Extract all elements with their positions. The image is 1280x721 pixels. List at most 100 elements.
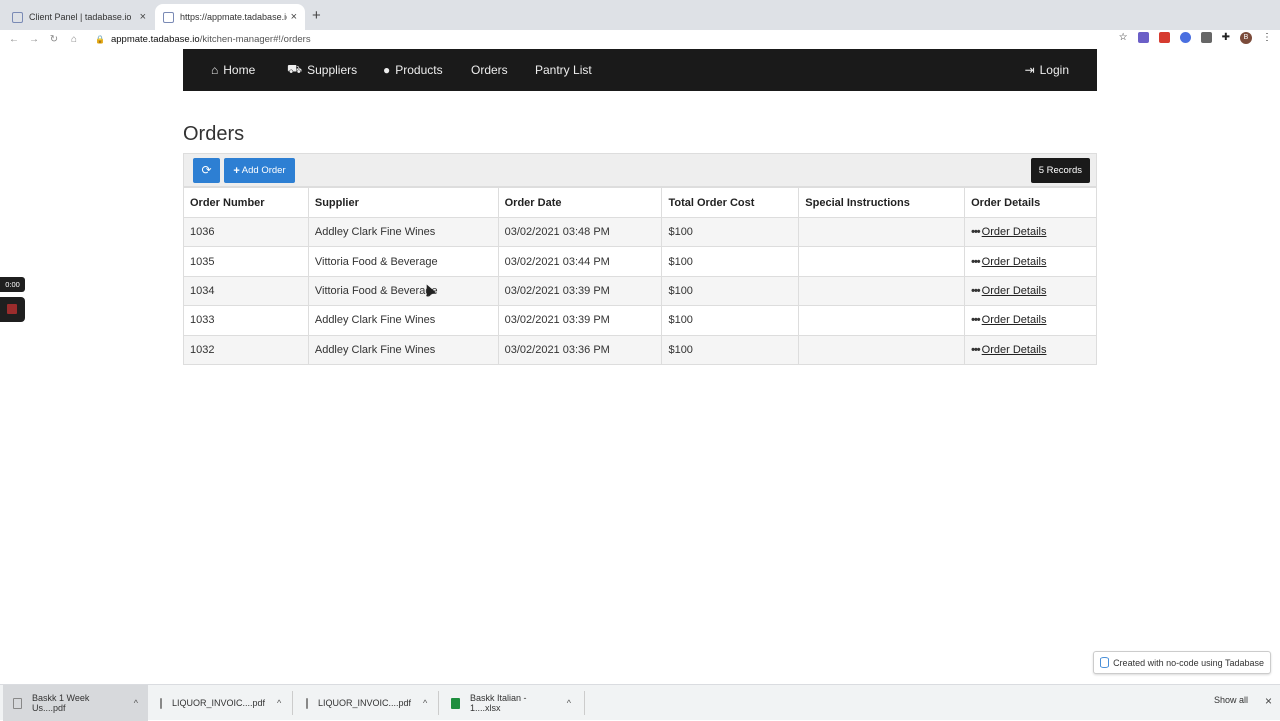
page-title: Orders	[183, 123, 245, 145]
refresh-icon: ⟳	[201, 163, 212, 177]
menu-icon[interactable]: ⋮	[1262, 32, 1272, 44]
cell-order-number: 1032	[183, 334, 309, 365]
nav-orders[interactable]: Orders	[471, 63, 508, 77]
cell-order-date: 03/02/2021 03:48 PM	[497, 216, 663, 248]
cell-supplier: Addley Clark Fine Wines	[307, 216, 499, 248]
nav-login-label: Login	[1039, 63, 1069, 77]
back-icon[interactable]: ←	[4, 34, 24, 45]
header-order-number[interactable]: Order Number	[183, 187, 309, 218]
url-field[interactable]: 🔒 appmate.tadabase.io /kitchen-manager#!…	[95, 34, 311, 45]
cell-supplier: Vittoria Food & Beverage	[307, 275, 499, 307]
chevron-up-icon[interactable]: ^	[567, 698, 571, 708]
extension-icon[interactable]	[1158, 32, 1170, 43]
download-item[interactable]: Baskk Italian - 1....xlsx ^	[441, 685, 581, 721]
table-row: 1035 Vittoria Food & Beverage 03/02/2021…	[183, 246, 1097, 277]
tadabase-badge[interactable]: Created with no-code using Tadabase	[1093, 651, 1271, 674]
stop-icon	[7, 304, 17, 314]
divider	[584, 691, 585, 715]
new-tab-button[interactable]: +	[312, 7, 321, 24]
star-icon[interactable]: ☆	[1119, 32, 1128, 44]
nav-suppliers[interactable]: ⛟ Suppliers	[287, 62, 357, 78]
cell-special-instructions	[798, 305, 966, 336]
table-toolbar: ⟳ + Add Order 5 Records	[183, 153, 1097, 187]
pdf-file-icon	[306, 697, 308, 709]
header-special-instructions[interactable]: Special Instructions	[798, 187, 966, 218]
download-filename: Baskk Italian - 1....xlsx	[470, 693, 527, 713]
home-icon: ⌂	[211, 63, 219, 77]
tadabase-badge-label: Created with no-code using Tadabase	[1113, 657, 1264, 668]
cell-total-cost: $100	[661, 275, 800, 307]
tab-client-panel[interactable]: Client Panel | tadabase.io ×	[4, 4, 154, 30]
cell-supplier: Vittoria Food & Beverage	[307, 246, 499, 277]
cell-total-cost: $100	[661, 216, 800, 248]
divider	[438, 691, 439, 715]
header-order-date[interactable]: Order Date	[497, 187, 663, 218]
nav-products[interactable]: ● Products	[383, 63, 443, 77]
forward-icon[interactable]: →	[24, 34, 44, 45]
header-order-details[interactable]: Order Details	[964, 187, 1097, 218]
order-details-link[interactable]: Order Details	[982, 226, 1047, 238]
reload-icon[interactable]: ↻	[44, 34, 64, 45]
chevron-up-icon[interactable]: ^	[134, 698, 138, 708]
download-item[interactable]: LIQUOR_INVOIC....pdf ^	[296, 685, 436, 721]
home-icon[interactable]: ⌂	[64, 34, 84, 45]
download-shelf: Baskk 1 Week Us....pdf ^ LIQUOR_INVOIC..…	[0, 684, 1280, 721]
tadabase-favicon-icon	[163, 11, 174, 23]
show-all-button[interactable]: Show all	[1214, 695, 1248, 705]
nav-pantry-label: Pantry List	[535, 63, 592, 77]
nav-products-label: Products	[395, 63, 443, 77]
tadabase-favicon-icon	[12, 11, 23, 23]
cell-order-number: 1036	[183, 216, 309, 248]
table-header-row: Order Number Supplier Order Date Total O…	[183, 187, 1097, 218]
cell-order-details: ••• Order Details	[964, 246, 1097, 277]
table-row: 1034 Vittoria Food & Beverage 03/02/2021…	[183, 275, 1097, 307]
nav-login[interactable]: ⇥ Login	[1025, 63, 1069, 77]
header-supplier[interactable]: Supplier	[307, 187, 499, 218]
nav-suppliers-label: Suppliers	[307, 63, 358, 77]
order-details-link[interactable]: Order Details	[982, 285, 1047, 297]
truck-icon: ⛟	[287, 62, 303, 76]
table-row: 1033 Addley Clark Fine Wines 03/02/2021 …	[183, 305, 1097, 336]
ellipsis-icon: •••	[971, 226, 981, 239]
refresh-button[interactable]: ⟳	[193, 158, 220, 183]
extension-icons: ☆ ✚ B ⋮	[1119, 32, 1272, 44]
extension-icon[interactable]	[1200, 32, 1212, 43]
cell-special-instructions	[798, 275, 966, 307]
tab-appmate[interactable]: https://appmate.tadabase.io/ki ×	[155, 4, 305, 30]
plus-icon: +	[233, 164, 240, 177]
cell-special-instructions	[798, 334, 966, 365]
url-path: /kitchen-manager#!/orders	[199, 33, 311, 45]
address-bar: ← → ↻ ⌂ 🔒 appmate.tadabase.io /kitchen-m…	[0, 30, 1280, 48]
database-icon	[1100, 657, 1110, 668]
cell-order-details: ••• Order Details	[964, 216, 1097, 248]
chevron-up-icon[interactable]: ^	[277, 698, 281, 708]
add-order-button[interactable]: + Add Order	[224, 158, 295, 183]
chevron-up-icon[interactable]: ^	[423, 698, 427, 708]
cell-order-date: 03/02/2021 03:39 PM	[497, 275, 663, 307]
close-icon[interactable]: ×	[140, 11, 146, 23]
download-filename: LIQUOR_INVOIC....pdf	[318, 698, 412, 708]
extension-icon[interactable]	[1137, 32, 1149, 43]
profile-avatar[interactable]: B	[1240, 32, 1252, 44]
cell-supplier: Addley Clark Fine Wines	[307, 334, 499, 365]
download-item[interactable]: Baskk 1 Week Us....pdf ^	[3, 685, 148, 721]
close-icon[interactable]: ×	[291, 11, 297, 23]
cell-order-date: 03/02/2021 03:44 PM	[497, 246, 663, 277]
order-details-link[interactable]: Order Details	[982, 256, 1047, 268]
nav-pantry-list[interactable]: Pantry List	[535, 63, 592, 77]
order-details-link[interactable]: Order Details	[982, 344, 1047, 356]
cell-special-instructions	[798, 246, 966, 277]
order-details-link[interactable]: Order Details	[982, 314, 1047, 326]
close-icon[interactable]: ×	[1265, 694, 1272, 708]
puzzle-icon[interactable]: ✚	[1222, 32, 1230, 44]
browser-tab-bar: Client Panel | tadabase.io × https://app…	[0, 0, 1280, 30]
pdf-file-icon	[13, 697, 22, 709]
cell-order-number: 1035	[183, 246, 309, 277]
stop-recording-button[interactable]	[0, 297, 25, 322]
download-item[interactable]: LIQUOR_INVOIC....pdf ^	[150, 685, 290, 721]
table-row: 1036 Addley Clark Fine Wines 03/02/2021 …	[183, 216, 1097, 248]
nav-home[interactable]: ⌂ Home	[211, 63, 255, 77]
header-total-cost[interactable]: Total Order Cost	[661, 187, 800, 218]
extension-icon[interactable]	[1179, 32, 1191, 43]
cell-supplier: Addley Clark Fine Wines	[307, 305, 499, 336]
